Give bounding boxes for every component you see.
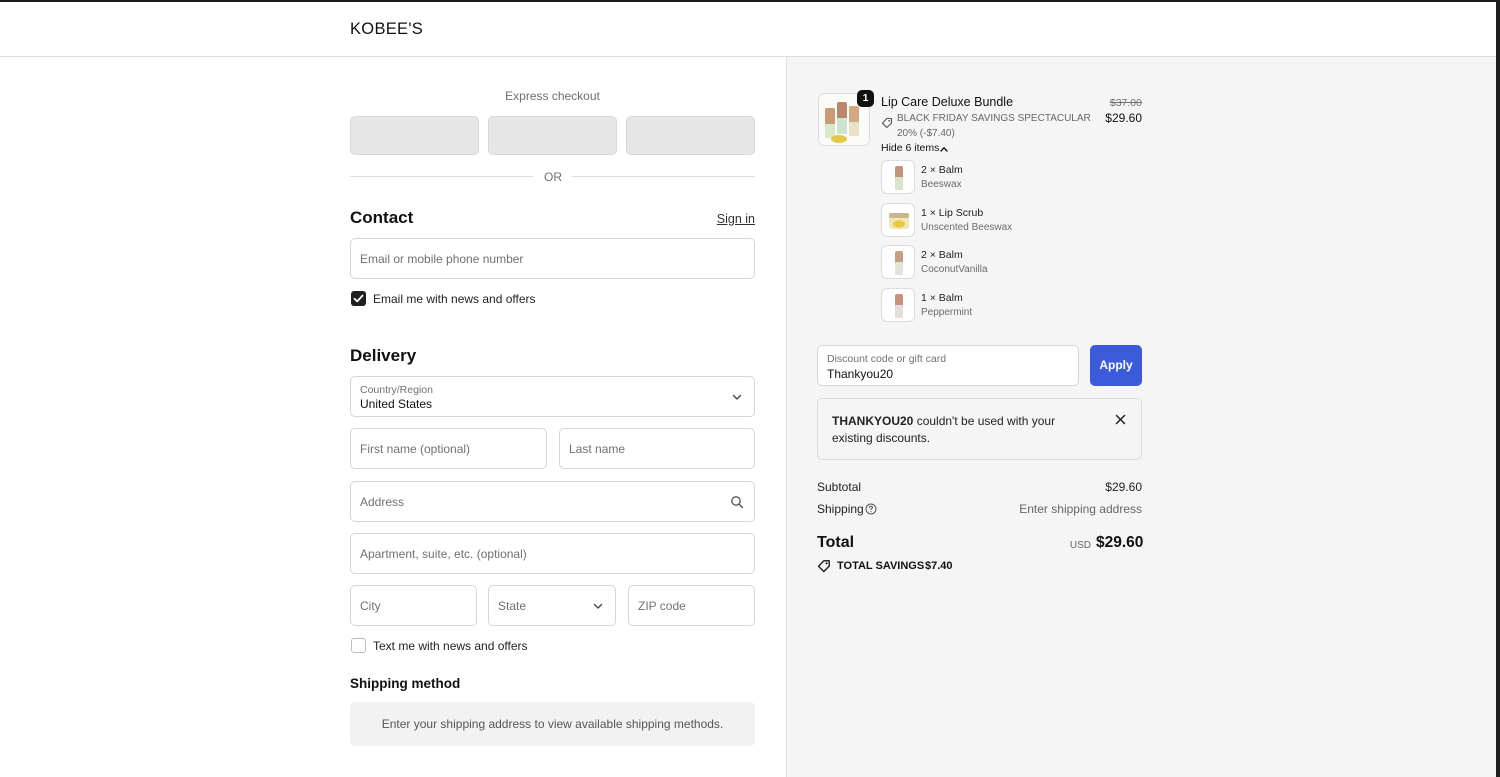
city-field[interactable]: City — [350, 585, 477, 626]
item-name: 2 × Balm — [921, 164, 963, 176]
text-news-checkbox[interactable] — [351, 638, 366, 653]
discount-field-value: Thankyou20 — [827, 367, 894, 381]
email-news-label: Email me with news and offers — [373, 292, 536, 306]
help-icon[interactable] — [865, 503, 877, 515]
country-value: United States — [360, 397, 433, 411]
hide-items-toggle[interactable]: Hide 6 items — [881, 142, 939, 154]
shipping-method-heading: Shipping method — [350, 676, 461, 691]
email-placeholder: Email or mobile phone number — [360, 252, 524, 266]
tag-icon — [817, 560, 830, 573]
delivery-heading: Delivery — [350, 346, 417, 365]
quantity-badge: 1 — [857, 90, 874, 107]
discount-error-banner: THANKYOU20 couldn't be used with your ex… — [817, 398, 1142, 460]
site-header: KOBEE'S — [0, 2, 1496, 57]
divider-left — [350, 176, 533, 177]
item-variant: Beeswax — [921, 179, 962, 190]
discount-field-label: Discount code or gift card — [827, 353, 947, 365]
sign-in-link[interactable]: Sign in — [700, 212, 755, 226]
item-variant: CoconutVanilla — [921, 264, 988, 275]
chevron-up-icon[interactable] — [939, 145, 949, 153]
or-divider-text: OR — [544, 170, 562, 184]
item-variant: Unscented Beeswax — [921, 222, 1013, 233]
zip-placeholder: ZIP code — [638, 599, 686, 613]
product-discount-text: BLACK FRIDAY SAVINGS SPECTACULAR 20% (-$… — [897, 113, 1091, 139]
item-image-balm-coconutvanilla — [881, 245, 915, 279]
country-label: Country/Region — [360, 384, 433, 396]
email-field[interactable]: Email or mobile phone number — [350, 238, 755, 279]
product-price: $29.60 — [1105, 111, 1142, 125]
address-placeholder: Address — [360, 495, 405, 509]
subtotal-label: Subtotal — [817, 480, 862, 494]
text-news-label: Text me with news and offers — [373, 639, 528, 653]
country-select[interactable]: Country/Region United States — [350, 376, 755, 417]
item-name: 2 × Balm — [921, 249, 963, 261]
shipping-label: Shipping — [817, 502, 864, 516]
address-field[interactable]: Address — [350, 481, 755, 522]
total-label: Total — [817, 534, 855, 551]
first-name-placeholder: First name (optional) — [360, 442, 471, 456]
apartment-placeholder: Apartment, suite, etc. (optional) — [360, 547, 527, 561]
email-news-checkbox[interactable] — [351, 291, 366, 306]
last-name-field[interactable]: Last name — [559, 428, 755, 469]
apartment-field[interactable]: Apartment, suite, etc. (optional) — [350, 533, 755, 574]
subtotal-value: $29.60 — [1105, 480, 1142, 494]
state-select[interactable]: State — [488, 585, 616, 626]
tag-icon — [881, 117, 893, 129]
brand-logo[interactable]: KOBEE'S — [350, 20, 423, 39]
express-pay-button-1[interactable] — [350, 116, 479, 155]
original-price: $37.00 — [1109, 97, 1142, 109]
divider-right — [572, 176, 755, 177]
item-name: 1 × Balm — [921, 292, 963, 304]
discount-error-code: THANKYOU20 — [832, 414, 914, 428]
contact-heading: Contact — [350, 208, 414, 227]
total-savings-label: TOTAL SAVINGS — [837, 560, 925, 572]
discount-error-text: THANKYOU20 couldn't be used with your ex… — [832, 413, 1097, 447]
state-placeholder: State — [498, 599, 527, 613]
item-variant: Peppermint — [921, 307, 973, 318]
express-pay-button-3[interactable] — [626, 116, 755, 155]
product-name: Lip Care Deluxe Bundle — [881, 95, 1014, 109]
apply-discount-button[interactable]: Apply — [1090, 345, 1142, 386]
zip-field[interactable]: ZIP code — [628, 585, 755, 626]
item-name: 1 × Lip Scrub — [921, 207, 984, 219]
shipping-value: Enter shipping address — [1019, 502, 1142, 516]
item-image-balm-peppermint — [881, 288, 915, 322]
item-image-lip-scrub — [881, 203, 915, 237]
shipping-method-message: Enter your shipping address to view avai… — [350, 702, 755, 746]
total-currency: USD — [1069, 540, 1091, 551]
item-image-balm-beeswax — [881, 160, 915, 194]
city-placeholder: City — [360, 599, 381, 613]
discount-code-field[interactable]: Discount code or gift card Thankyou20 — [817, 345, 1079, 386]
first-name-field[interactable]: First name (optional) — [350, 428, 547, 469]
chevron-down-icon — [732, 394, 742, 400]
express-checkout-title: Express checkout — [505, 89, 600, 103]
close-icon[interactable] — [1115, 414, 1126, 425]
total-value: $29.60 — [1096, 534, 1144, 551]
chevron-down-icon — [593, 603, 603, 609]
window-edge — [1496, 0, 1500, 777]
express-pay-button-2[interactable] — [488, 116, 617, 155]
checkmark-icon — [353, 294, 364, 303]
last-name-placeholder: Last name — [569, 442, 626, 456]
search-icon — [731, 496, 744, 509]
total-savings-value: $7.40 — [925, 560, 953, 572]
